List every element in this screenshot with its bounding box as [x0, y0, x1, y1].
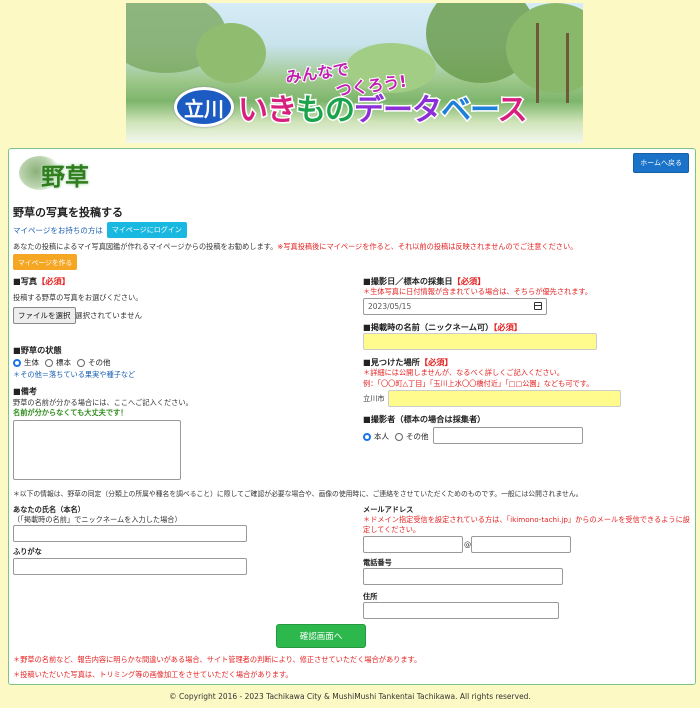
- remarks-section-title: ■備考: [13, 386, 38, 396]
- mypage-row: マイページをお持ちの方は マイページにログイン: [13, 222, 187, 238]
- tachikawa-badge: 立川: [174, 87, 234, 127]
- place-prefix: 立川市: [363, 394, 385, 403]
- name-input[interactable]: [13, 525, 247, 542]
- site-title-text: いきものデータベース: [237, 92, 530, 130]
- mypage-notice: あなたの投稿によるマイ写真図鑑が作れるマイページからの投稿をお勧めします。※写真…: [13, 242, 578, 251]
- site-title: 立川 いきものデータベース: [174, 87, 530, 130]
- photographer-radio-other[interactable]: [395, 432, 403, 441]
- contact-info-note: ＊以下の情報は、野草の同定（分類上の所属や種名を調べること）に際してご確認が必要…: [13, 490, 583, 498]
- email-local-input[interactable]: [363, 536, 463, 553]
- date-section-title: ■撮影日／標本の採集日【必須】: [363, 276, 486, 286]
- place-note-1: ＊詳細には公開しませんが、なるべく詳しくご記入ください。: [363, 368, 564, 377]
- remarks-hint: 野草の名前が分かる場合には、ここへご記入ください。: [13, 398, 193, 407]
- photographer-radio-self[interactable]: [363, 432, 371, 441]
- state-radio-other[interactable]: [77, 358, 85, 367]
- date-input[interactable]: 2023/05/15: [363, 298, 547, 315]
- mypage-login-button[interactable]: マイページにログイン: [106, 222, 187, 238]
- home-button[interactable]: ホームへ戻る: [633, 153, 689, 173]
- state-radio-specimen[interactable]: [45, 358, 53, 367]
- mypage-text: マイページをお持ちの方は: [13, 225, 103, 235]
- file-status: 選択されていません: [75, 311, 143, 320]
- place-section-title: ■見つけた場所【必須】: [363, 357, 453, 367]
- email-domain-input[interactable]: [471, 536, 571, 553]
- photographer-radio-group: 本人 その他: [359, 431, 429, 442]
- email-label: メールアドレス: [363, 505, 414, 514]
- place-input[interactable]: [388, 390, 621, 407]
- post-form-card: ホームへ戻る 野草 野草の写真を投稿する マイページをお持ちの方は マイページに…: [8, 148, 696, 685]
- email-note: ＊ドメイン指定受信を設定されている方は、「ikimono-tachi.jp」から…: [363, 515, 690, 534]
- remarks-textarea[interactable]: [13, 420, 181, 480]
- copyright-footer: © Copyright 2016 - 2023 Tachikawa City &…: [169, 692, 531, 701]
- furigana-label: ふりがな: [13, 547, 42, 556]
- name-label: あなたの氏名（本名）: [13, 505, 85, 514]
- site-banner[interactable]: みんなで つくろう! 立川 いきものデータベース: [126, 3, 583, 143]
- phone-input[interactable]: [363, 568, 563, 585]
- category-logo: 野草: [15, 154, 101, 194]
- mypage-create-button[interactable]: マイページを作る: [13, 254, 78, 270]
- address-input[interactable]: [363, 602, 559, 619]
- page-title: 野草の写真を投稿する: [13, 206, 123, 219]
- date-note: ＊生体写真に日付情報が含まれている場合は、そちらが優先されます。: [363, 287, 593, 296]
- state-radio-group: 生体 標本 その他: [9, 357, 111, 368]
- nickname-input[interactable]: [363, 333, 597, 350]
- phone-label: 電話番号: [363, 558, 392, 567]
- confirm-button[interactable]: 確認画面へ: [276, 624, 366, 648]
- bottom-note-1: ＊野草の名前など、報告内容に明らかな間違いがある場合、サイト管理者の判断により、…: [13, 655, 422, 664]
- place-note-2: 例：「〇〇町△丁目」「玉川上水〇〇橋付近」「□□公園」なども可です。: [363, 379, 594, 388]
- photo-hint: 投稿する野草の写真をお選びください。: [13, 293, 143, 302]
- state-section-title: ■野草の状態: [13, 345, 62, 355]
- state-radio-live[interactable]: [13, 358, 21, 367]
- file-select-button[interactable]: ファイルを選択: [13, 307, 76, 324]
- photographer-other-input[interactable]: [433, 427, 583, 444]
- address-label: 住所: [363, 592, 378, 601]
- photo-section-title: ■写真【必須】: [13, 276, 70, 286]
- photographer-section-title: ■撮影者（標本の場合は採集者）: [363, 414, 486, 424]
- calendar-icon[interactable]: [534, 302, 542, 310]
- name-hint: （「掲載時の名前」でニックネームを入力した場合）: [13, 515, 182, 524]
- nickname-section-title: ■掲載時の名前（ニックネーム可）【必須】: [363, 322, 522, 332]
- remarks-hint-2: 名前が分からなくても大丈夫です！: [13, 408, 128, 417]
- furigana-input[interactable]: [13, 558, 247, 575]
- bottom-note-2: ＊投稿いただいた写真は、トリミング等の画像加工をさせていただく場合があります。: [13, 670, 293, 679]
- state-note: ＊その他＝落ちている果実や種子など: [13, 370, 136, 379]
